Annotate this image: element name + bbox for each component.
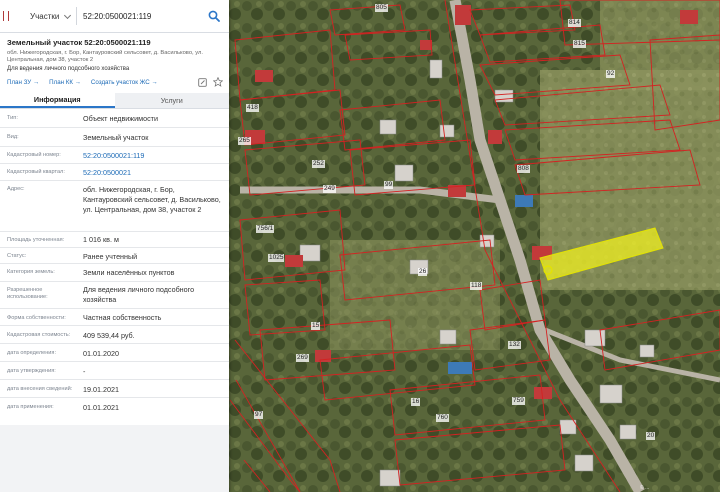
search-type-label: Участки xyxy=(30,11,60,21)
table-row: Кадастровый номер: 52:20:0500021:119 xyxy=(0,147,229,164)
tab-bar: Информация Услуги xyxy=(0,93,229,109)
row-label: Статус: xyxy=(7,253,27,259)
tab-information[interactable]: Информация xyxy=(0,93,115,108)
table-row: Тип: Объект недвижимости xyxy=(0,110,229,128)
row-value: Для ведения личного подсобного хозяйства xyxy=(83,285,195,304)
row-label: Кадастровый номер: xyxy=(7,152,61,158)
parcel-label: 20 xyxy=(646,432,656,440)
share-icon[interactable] xyxy=(198,77,207,87)
row-label: Вид: xyxy=(7,134,19,140)
row-label: дата внесения сведений: xyxy=(7,386,73,392)
row-label: Тип: xyxy=(7,115,18,121)
parcel-label: 97 xyxy=(254,411,264,419)
row-value: - xyxy=(83,367,86,376)
parcel-label: 265 xyxy=(238,137,251,145)
row-label: Площадь уточненная: xyxy=(7,237,65,243)
panel-footer xyxy=(0,425,229,492)
svg-text:© ...: © ... xyxy=(640,484,649,491)
row-value: 409 539,44 руб. xyxy=(83,331,135,340)
row-label: дата утверждения: xyxy=(7,368,56,374)
plan-kk-link[interactable]: План КК → xyxy=(49,79,81,86)
parcel-label: 252 xyxy=(312,160,325,168)
table-row: Площадь уточненная: 1 016 кв. м xyxy=(0,232,229,248)
create-parcel-link[interactable]: Создать участок ЖС → xyxy=(91,79,158,86)
row-label: Форма собственности: xyxy=(7,315,66,321)
parcel-label: 760 xyxy=(436,414,449,422)
row-value: Земли населённых пунктов xyxy=(83,268,175,277)
plan-zu-link[interactable]: План ЗУ → xyxy=(7,79,39,86)
cadastral-number-link[interactable]: 52:20:0500021:119 xyxy=(83,151,223,161)
parcel-label: 1025 xyxy=(268,254,285,262)
table-row: Кадастровый квартал: 52:20:0500021 xyxy=(0,164,229,181)
table-row: Статус: Ранее учтенный xyxy=(0,248,229,264)
parcel-label: 805 xyxy=(375,4,388,12)
search-button[interactable] xyxy=(199,0,229,33)
parcel-label: 269 xyxy=(296,354,309,362)
parcel-label: 15 xyxy=(311,322,321,330)
search-bar: Участки xyxy=(0,0,229,33)
row-value: Частная собственность xyxy=(83,313,162,322)
search-input[interactable] xyxy=(77,0,199,33)
parcel-label: 814 xyxy=(568,19,581,27)
object-title: Земельный участок 52:20:0500021:119 xyxy=(7,38,151,47)
object-permitted-use: Для ведения личного подсобного хозяйства xyxy=(7,66,130,72)
parcel-label: 118 xyxy=(470,282,483,290)
table-row: Адрес: обл. Нижегородская, г. Бор, Канта… xyxy=(0,181,229,232)
table-row: Форма собственности: Частная собственнос… xyxy=(0,309,229,326)
chevron-down-icon xyxy=(63,11,72,19)
search-icon xyxy=(208,10,220,22)
parcel-label: 808 xyxy=(517,165,530,173)
row-value: Земельный участок xyxy=(83,133,149,142)
row-label: дата применения: xyxy=(7,404,54,410)
table-row: дата определения: 01.01.2020 xyxy=(0,344,229,362)
parcel-label: 759 xyxy=(512,397,525,405)
parcel-label: 815 xyxy=(573,40,586,48)
search-type-select[interactable]: Участки xyxy=(12,0,76,33)
table-row: дата применения: 01.01.2021 xyxy=(0,398,229,416)
parcel-label: 418 xyxy=(246,104,259,112)
row-label: Кадастровый квартал: xyxy=(7,169,65,175)
row-value: 01.01.2020 xyxy=(83,349,119,358)
row-value: 19.01.2021 xyxy=(83,385,119,394)
table-row: Разрешенное использование: Для ведения л… xyxy=(0,282,229,309)
row-label: дата определения: xyxy=(7,350,57,356)
row-value: Объект недвижимости xyxy=(83,114,158,123)
info-panel: Участки Земельный участок 52:20:0500021:… xyxy=(0,0,229,492)
panel-toggle[interactable] xyxy=(0,0,12,33)
row-label: Адрес: xyxy=(7,186,25,192)
table-row: дата внесения сведений: 19.01.2021 xyxy=(0,380,229,398)
row-value: обл. Нижегородская, г. Бор, Кантауровски… xyxy=(83,185,221,214)
object-address: обл. Нижегородская, г. Бор, Кантауровски… xyxy=(7,50,204,63)
parcel-label: 249 xyxy=(323,185,336,193)
row-value: Ранее учтенный xyxy=(83,252,138,261)
star-icon[interactable] xyxy=(213,77,223,87)
parcel-label: 99 xyxy=(384,181,394,189)
row-label: Категория земель: xyxy=(7,269,55,275)
table-row: дата утверждения: - xyxy=(0,362,229,380)
cadastral-quarter-link[interactable]: 52:20:0500021 xyxy=(83,168,223,178)
parcel-label: 132 xyxy=(508,341,521,349)
row-value: 1 016 кв. м xyxy=(83,235,119,244)
object-actions: План ЗУ → План КК → Создать участок ЖС → xyxy=(7,77,223,87)
parcel-label: 92 xyxy=(606,70,616,78)
table-row: Вид: Земельный участок xyxy=(0,128,229,147)
row-label: Разрешенное использование: xyxy=(7,287,48,300)
row-label: Кадастровая стоимость: xyxy=(7,332,71,338)
table-row: Кадастровая стоимость: 409 539,44 руб. xyxy=(0,326,229,344)
parcel-label: 26 xyxy=(418,268,428,276)
tab-services[interactable]: Услуги xyxy=(114,93,229,108)
row-value: 01.01.2021 xyxy=(83,403,119,412)
parcel-label: 756/1 xyxy=(256,225,275,233)
table-row: Категория земель: Земли населённых пункт… xyxy=(0,264,229,282)
parcel-label: 16 xyxy=(411,398,421,406)
